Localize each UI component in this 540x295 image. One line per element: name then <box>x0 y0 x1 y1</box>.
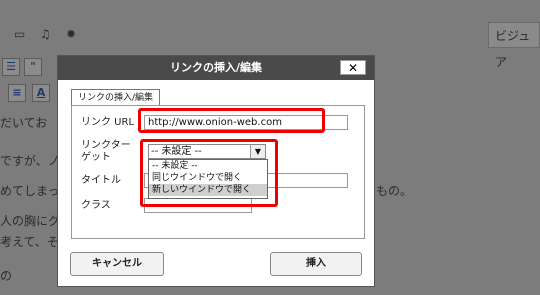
class-label: クラス <box>81 200 111 211</box>
target-label-line1: リンクター <box>81 140 131 151</box>
text-color-button[interactable]: A <box>32 84 50 102</box>
url-label: リンク URL <box>81 117 135 128</box>
target-label: リンクター ゲット <box>81 140 131 164</box>
visual-tab[interactable]: ビジュア <box>488 22 540 69</box>
content-line: の <box>0 269 13 283</box>
target-dropdown: -- 未設定 -- 同じウインドウで開く 新しいウインドウで開く <box>148 159 268 199</box>
content-line: だいてお <box>0 116 48 130</box>
dialog-title: リンクの挿入/編集 <box>169 61 263 74</box>
music-icon: ♫ <box>40 27 51 41</box>
tab-insert-link[interactable]: リンクの挿入/編集 <box>71 89 161 106</box>
cancel-button[interactable]: キャンセル <box>70 252 164 276</box>
content-line: ですが、ノ <box>0 154 60 168</box>
target-label-line2: ゲット <box>81 152 111 163</box>
content-line: 考えて、そ <box>0 235 59 249</box>
url-highlight <box>138 108 325 133</box>
gear-icon: ✹ <box>66 27 77 41</box>
dialog-titlebar: リンクの挿入/編集 ✕ <box>58 56 374 80</box>
insert-button[interactable]: 挿入 <box>270 252 362 276</box>
align-button[interactable]: ≡ <box>8 84 26 102</box>
option-unset[interactable]: -- 未設定 -- <box>149 160 267 172</box>
content-line: めてしまっ <box>0 184 60 198</box>
list-button[interactable]: ☰ <box>2 58 20 76</box>
option-new-window[interactable]: 新しいウインドウで開く <box>149 184 267 196</box>
content-line: もの。 <box>376 184 413 198</box>
title-label: タイトル <box>81 175 121 186</box>
insert-link-dialog: リンクの挿入/編集 ✕ リンクの挿入/編集 リンク URL http://www… <box>57 55 375 287</box>
quote-button[interactable]: " <box>24 58 42 76</box>
image-icon: ▭ <box>14 27 26 41</box>
close-button[interactable]: ✕ <box>340 60 366 75</box>
content-line: 人の胸にグ <box>0 214 61 228</box>
option-same-window[interactable]: 同じウインドウで開く <box>149 172 267 184</box>
